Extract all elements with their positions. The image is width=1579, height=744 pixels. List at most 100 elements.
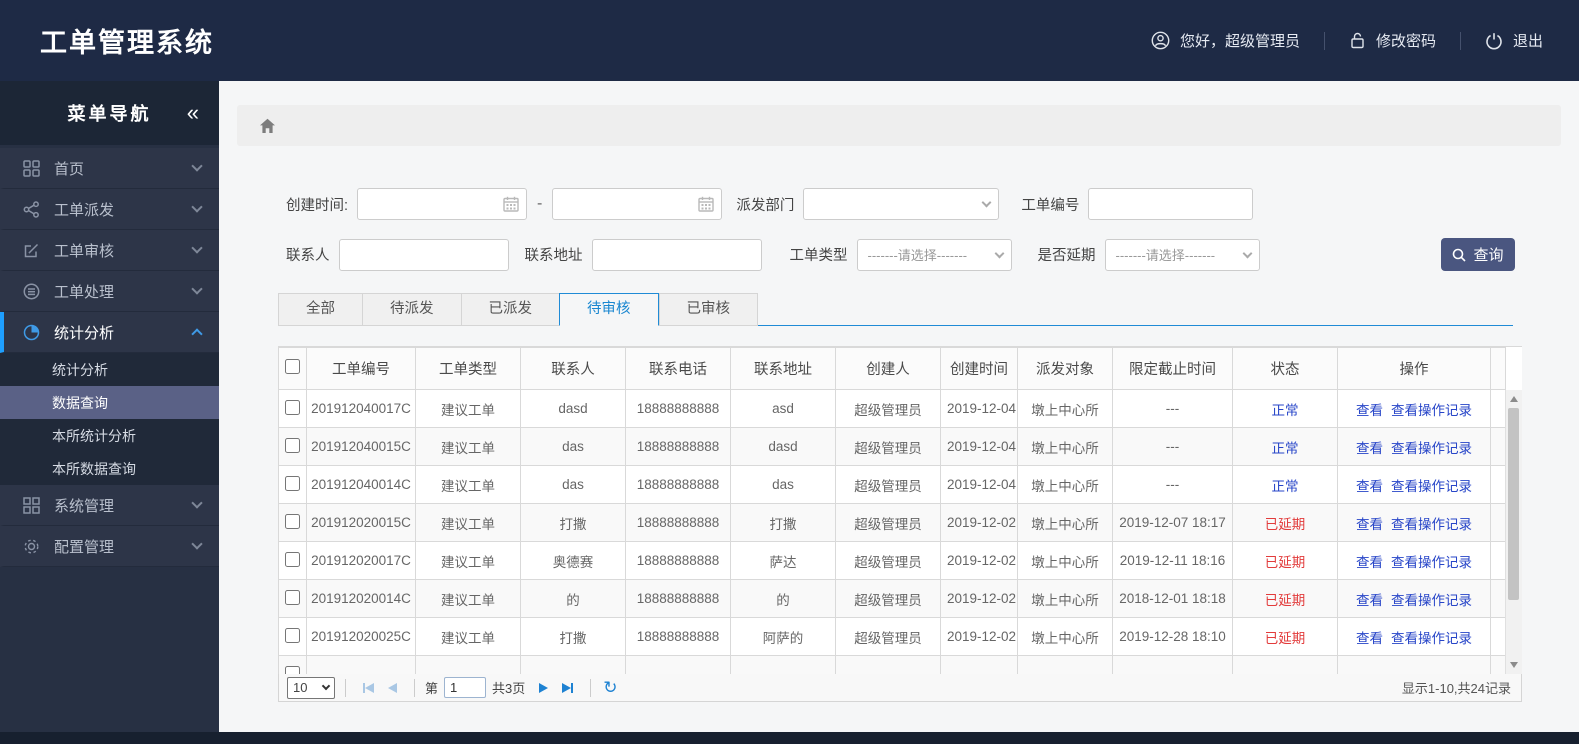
work-order-table: 工单编号 工单类型 联系人 联系电话 联系地址 创建人 创建时间 派发对象 限定…	[278, 346, 1522, 674]
first-page-button[interactable]	[363, 682, 374, 693]
cell-status: 正常	[1232, 465, 1338, 504]
view-log-link[interactable]: 查看操作记录	[1391, 631, 1472, 646]
view-log-link[interactable]: 查看操作记录	[1391, 555, 1472, 570]
change-password-button[interactable]: 修改密码	[1349, 30, 1436, 51]
chevron-down-icon	[191, 201, 203, 213]
column-header: 状态	[1232, 347, 1338, 390]
scroll-up-icon[interactable]	[1510, 396, 1518, 402]
view-log-link[interactable]: 查看操作记录	[1391, 479, 1472, 494]
row-checkbox[interactable]	[285, 627, 300, 643]
view-link[interactable]: 查看	[1356, 593, 1383, 608]
create-time-start-field[interactable]	[358, 189, 527, 219]
tab-dispatched[interactable]: 已派发	[460, 293, 559, 326]
contact-field[interactable]	[339, 239, 508, 270]
last-page-button[interactable]	[562, 682, 574, 693]
cell-creator: 超级管理员	[835, 427, 941, 466]
calendar-icon[interactable]	[698, 196, 715, 212]
view-link[interactable]: 查看	[1356, 441, 1383, 456]
column-header: 联系人	[520, 347, 626, 390]
row-checkbox[interactable]	[285, 513, 300, 529]
sidebar-item-system[interactable]: 系统管理	[0, 485, 219, 526]
pie-chart-icon	[22, 324, 41, 341]
view-log-link[interactable]: 查看操作记录	[1391, 593, 1472, 608]
order-no-field[interactable]	[1089, 189, 1253, 219]
refresh-icon[interactable]: ↻	[603, 679, 617, 696]
sidebar-subitem-statistics[interactable]: 统计分析	[0, 353, 219, 386]
view-link[interactable]: 查看	[1356, 403, 1383, 418]
sidebar-collapse-icon[interactable]: «	[187, 102, 199, 124]
row-select-cell	[278, 617, 307, 656]
row-checkbox[interactable]	[285, 551, 300, 567]
footer-bar	[0, 732, 1579, 744]
prev-page-button[interactable]	[388, 682, 397, 693]
dispatch-dept-select[interactable]	[803, 188, 1000, 220]
logout-button[interactable]: 退出	[1485, 30, 1543, 51]
order-no-input[interactable]	[1088, 188, 1254, 220]
sidebar-item-dispatch[interactable]: 工单派发	[0, 189, 219, 230]
tab-pending-review[interactable]: 待审核	[559, 293, 659, 326]
row-checkbox[interactable]	[285, 399, 300, 415]
tab-pending-dispatch[interactable]: 待派发	[362, 293, 461, 326]
sidebar-item-home[interactable]: 首页	[0, 148, 219, 189]
sidebar-item-label: 统计分析	[54, 324, 115, 342]
tab-reviewed[interactable]: 已审核	[658, 293, 758, 326]
page-size-value: 10	[293, 680, 308, 695]
contact-input[interactable]	[338, 238, 509, 271]
view-link[interactable]: 查看	[1356, 631, 1383, 646]
grid-icon	[22, 496, 41, 514]
search-button[interactable]: 查询	[1441, 238, 1515, 271]
row-checkbox[interactable]	[285, 437, 300, 453]
table-row: 201912020017C 建议工单 奥德赛 18888888888 萨达 超级管理员 20…	[278, 541, 1506, 580]
cell-spacer	[1490, 427, 1506, 466]
sidebar-item-label: 工单处理	[54, 283, 115, 301]
row-checkbox[interactable]	[285, 665, 300, 674]
view-log-link[interactable]: 查看操作记录	[1391, 517, 1472, 532]
sidebar-item-process[interactable]: 工单处理	[0, 271, 219, 312]
view-link[interactable]: 查看	[1356, 479, 1383, 494]
page-size-select[interactable]: 10	[287, 676, 335, 699]
cell-created: 2019-12-02 16	[940, 579, 1018, 618]
create-time-end-input[interactable]	[552, 188, 723, 220]
order-no-label: 工单编号	[1021, 197, 1080, 214]
address-field[interactable]	[592, 239, 761, 270]
row-checkbox[interactable]	[285, 589, 300, 605]
sidebar-subitem-station-data-query[interactable]: 本所数据查询	[0, 452, 219, 485]
tab-all[interactable]: 全部	[278, 293, 362, 326]
next-page-button[interactable]	[539, 682, 549, 693]
delay-select[interactable]: -------请选择-------	[1104, 238, 1260, 271]
sidebar-item-config[interactable]: 配置管理	[0, 526, 219, 567]
view-log-link[interactable]: 查看操作记录	[1391, 441, 1472, 456]
select-all-cell	[278, 347, 307, 390]
home-icon[interactable]	[259, 118, 276, 134]
row-checkbox[interactable]	[285, 475, 300, 491]
sidebar-subitem-station-statistics[interactable]: 本所统计分析	[0, 419, 219, 452]
address-input[interactable]	[591, 238, 762, 271]
order-type-select[interactable]: -------请选择-------	[856, 238, 1012, 271]
view-log-link[interactable]: 查看操作记录	[1391, 403, 1472, 418]
row-select-cell	[278, 579, 307, 618]
sidebar-item-label: 系统管理	[54, 497, 115, 515]
view-link[interactable]: 查看	[1356, 517, 1383, 532]
cell-deadline: 2019-12-28 18:10	[1112, 617, 1233, 656]
sidebar-item-review[interactable]: 工单审核	[0, 230, 219, 271]
scroll-down-icon[interactable]	[1510, 662, 1518, 668]
select-all-checkbox[interactable]	[285, 359, 300, 374]
calendar-icon[interactable]	[503, 196, 519, 212]
table-row: 201912020014C 建议工单的 18888888888 的超级管理员 2019-…	[278, 579, 1506, 618]
chevron-down-icon	[191, 242, 203, 254]
scrollbar-thumb[interactable]	[1508, 408, 1519, 600]
cell-deadline: 2019-12-11 18:16	[1112, 541, 1233, 580]
page-number-input[interactable]	[444, 677, 487, 698]
cell-address: asd	[730, 389, 836, 428]
create-time-start-input[interactable]	[357, 188, 528, 220]
cell-deadline: ---	[1112, 389, 1233, 428]
view-link[interactable]: 查看	[1356, 555, 1383, 570]
sidebar-subitem-data-query[interactable]: 数据查询	[0, 386, 219, 419]
user-greeting-label: 您好，超级管理员	[1179, 33, 1300, 50]
create-time-end-field[interactable]	[553, 189, 722, 219]
cell-target: 墩上中心所	[1017, 465, 1113, 504]
filter-row-1: 创建时间: - 派发部门 工单编号	[286, 188, 1515, 220]
sidebar-item-statistics[interactable]: 统计分析	[0, 312, 219, 353]
user-greeting[interactable]: 您好，超级管理员	[1151, 30, 1300, 51]
table-scrollbar[interactable]	[1505, 390, 1522, 674]
